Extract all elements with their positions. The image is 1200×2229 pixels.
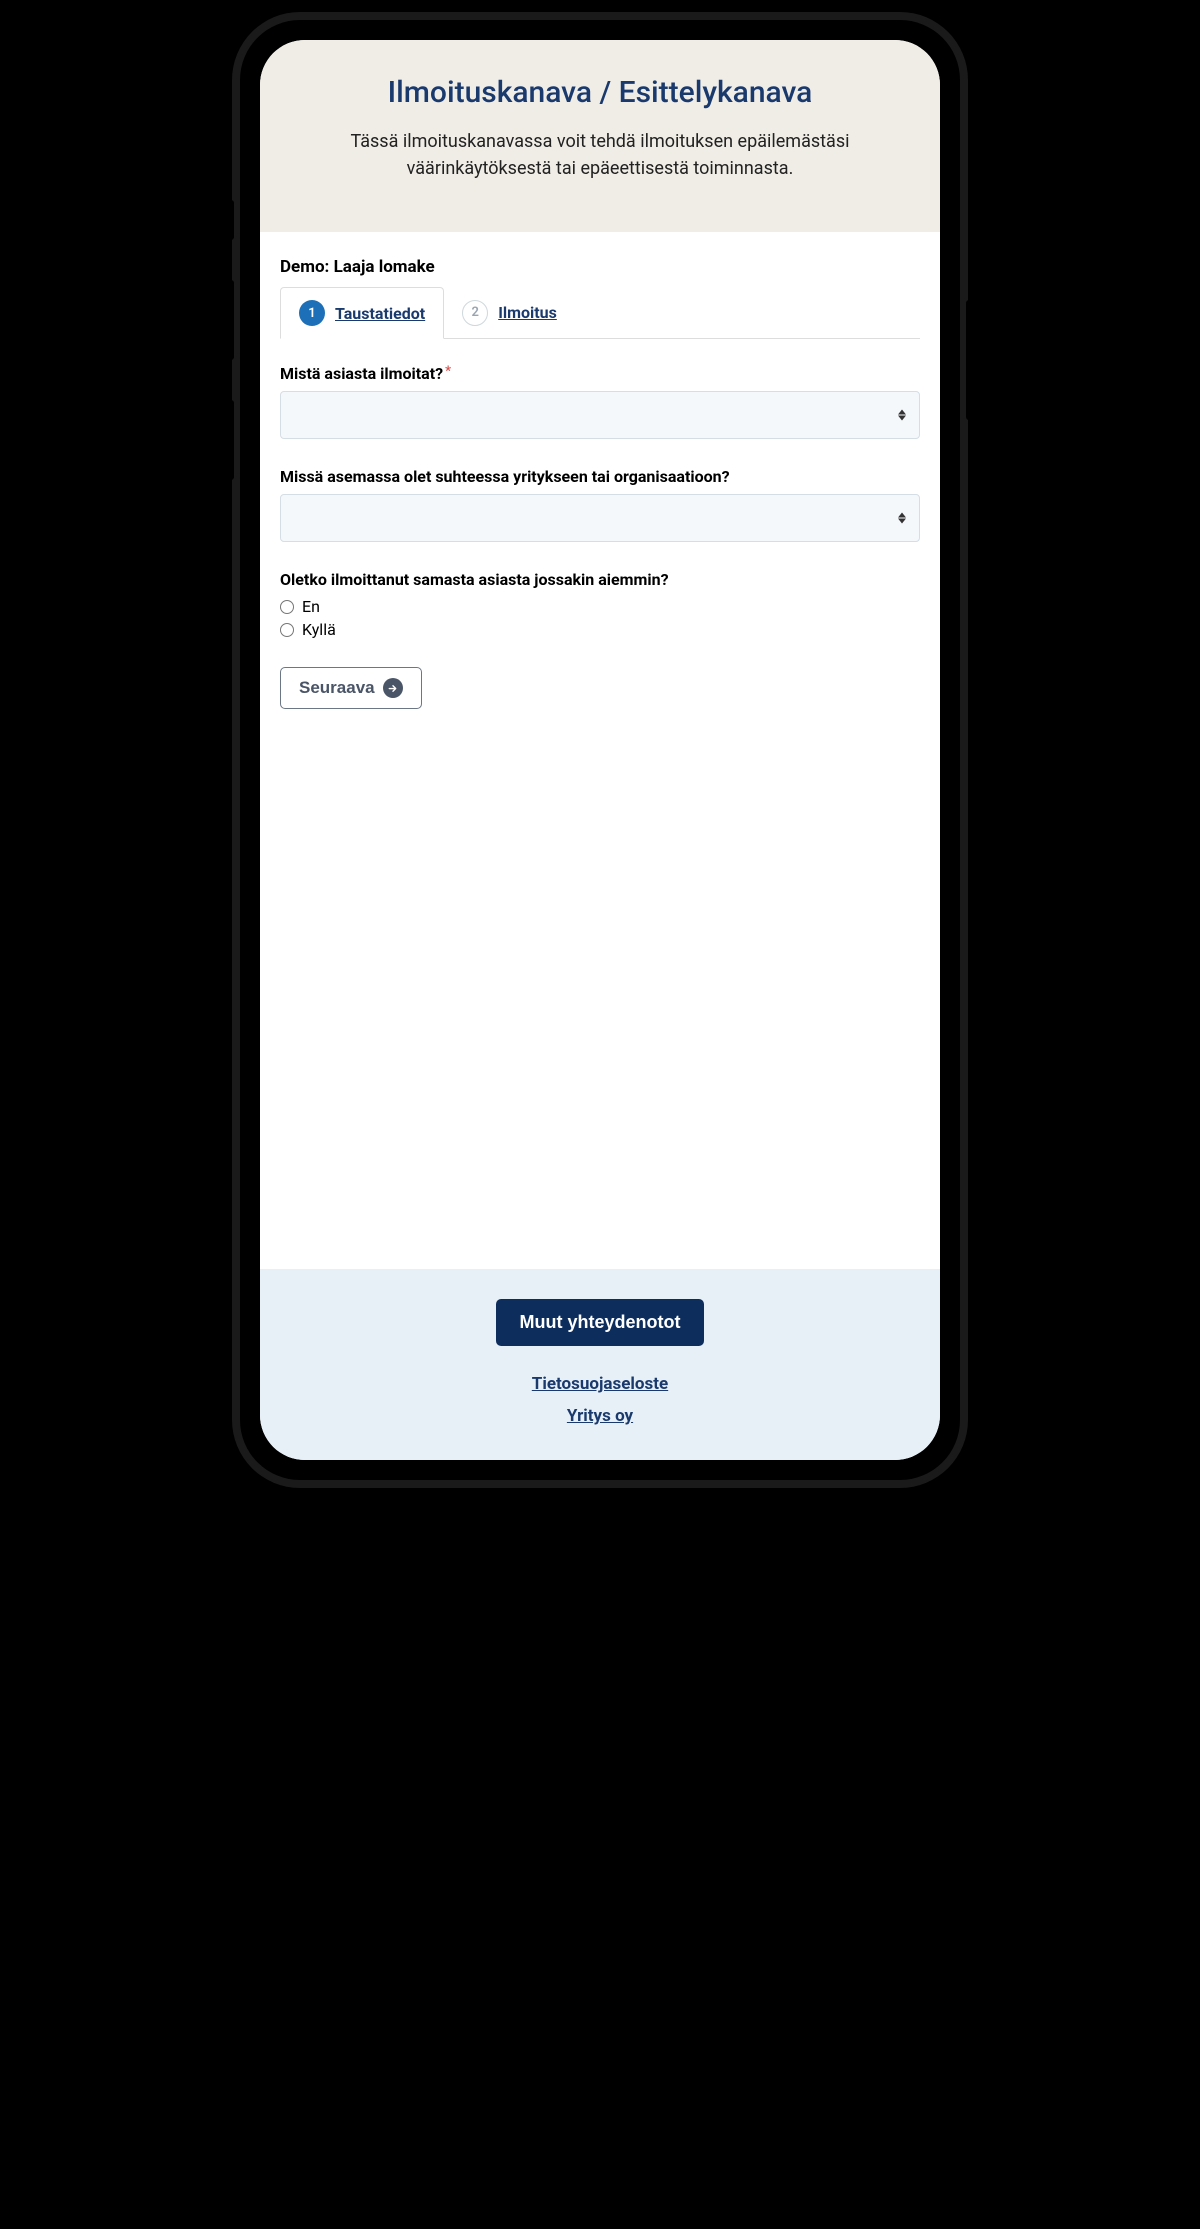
tab-number-2: 2 (462, 300, 488, 326)
radio-yes-label: Kyllä (302, 620, 336, 639)
form-group-position: Missä asemassa olet suhteessa yritykseen… (280, 467, 920, 542)
next-button-label: Seuraava (299, 678, 375, 698)
form-heading: Demo: Laaja lomake (280, 257, 920, 277)
radio-yes[interactable] (280, 623, 294, 637)
phone-side-buttons-left (228, 200, 234, 520)
page-title: Ilmoituskanava / Esittelykanava (285, 75, 915, 110)
tab-taustatiedot[interactable]: 1 Taustatiedot (280, 287, 444, 339)
select-wrapper-subject (280, 391, 920, 439)
form-tabs: 1 Taustatiedot 2 Ilmoitus (280, 287, 920, 339)
radio-item-yes[interactable]: Kyllä (280, 620, 920, 639)
footer-section: Muut yhteydenotot Tietosuojaseloste Yrit… (260, 1269, 940, 1460)
phone-side-buttons-right (966, 300, 972, 460)
other-contacts-button[interactable]: Muut yhteydenotot (496, 1299, 705, 1346)
select-position[interactable] (280, 494, 920, 542)
tab-label-2: Ilmoitus (498, 303, 557, 322)
content-section: Demo: Laaja lomake 1 Taustatiedot 2 Ilmo… (260, 232, 940, 1269)
radio-no[interactable] (280, 600, 294, 614)
form-group-previous-report: Oletko ilmoittanut samasta asiasta jossa… (280, 570, 920, 639)
radio-item-no[interactable]: En (280, 597, 920, 616)
screen: Ilmoituskanava / Esittelykanava Tässä il… (260, 40, 940, 1460)
label-subject-text: Mistä asiasta ilmoitat? (280, 364, 443, 383)
tab-label-1: Taustatiedot (335, 304, 425, 323)
tab-number-1: 1 (299, 300, 325, 326)
select-wrapper-position (280, 494, 920, 542)
arrow-right-circle-icon (383, 678, 403, 698)
select-subject[interactable] (280, 391, 920, 439)
radio-list: En Kyllä (280, 597, 920, 639)
label-subject: Mistä asiasta ilmoitat?* (280, 364, 920, 383)
form-group-subject: Mistä asiasta ilmoitat?* (280, 364, 920, 439)
radio-no-label: En (302, 597, 320, 616)
privacy-policy-link[interactable]: Tietosuojaseloste (280, 1374, 920, 1394)
page-subtitle: Tässä ilmoituskanavassa voit tehdä ilmoi… (285, 128, 915, 182)
required-mark: * (445, 364, 451, 379)
label-previous-report: Oletko ilmoittanut samasta asiasta jossa… (280, 570, 920, 589)
header-section: Ilmoituskanava / Esittelykanava Tässä il… (260, 40, 940, 232)
phone-frame: Ilmoituskanava / Esittelykanava Tässä il… (240, 20, 960, 1480)
next-button[interactable]: Seuraava (280, 667, 422, 709)
tab-ilmoitus[interactable]: 2 Ilmoitus (444, 287, 575, 338)
label-position: Missä asemassa olet suhteessa yritykseen… (280, 467, 920, 486)
company-link[interactable]: Yritys oy (280, 1406, 920, 1426)
